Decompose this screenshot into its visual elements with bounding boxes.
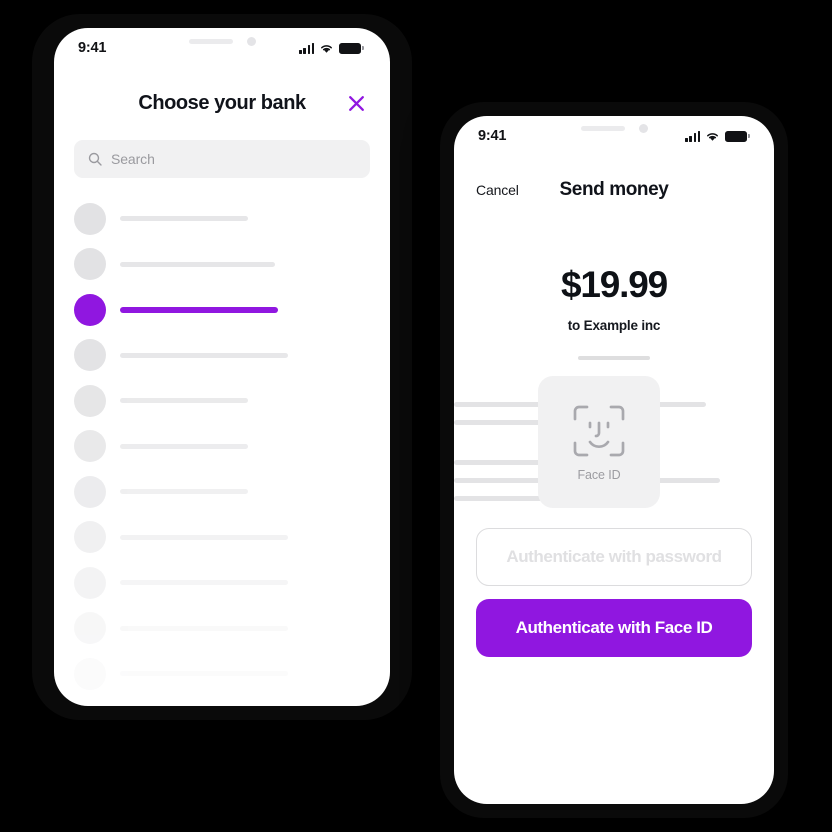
bank-list-item[interactable] xyxy=(74,242,390,288)
decorative-line xyxy=(454,402,542,407)
notch-camera-icon xyxy=(246,36,256,46)
decorative-line xyxy=(454,460,542,465)
page-title: Choose your bank xyxy=(138,91,306,114)
bank-list-item[interactable] xyxy=(74,378,390,424)
authenticate-with-password-button[interactable]: Authenticate with password xyxy=(476,528,752,586)
amount-value: $19.99 xyxy=(561,264,668,305)
phone-screen-choose-bank: 9:41 Choose your bank Search xyxy=(54,28,390,706)
bank-avatar xyxy=(74,612,106,645)
amount-recipient: to Example inc xyxy=(567,318,661,333)
notch-speaker xyxy=(580,126,625,131)
bank-name-placeholder xyxy=(120,443,248,449)
bank-avatar xyxy=(74,430,106,463)
phone-device-right: 9:41 Cancel Send money $19.99 to Example… xyxy=(440,102,788,818)
bank-avatar xyxy=(74,248,106,281)
bank-name-placeholder xyxy=(120,534,288,540)
authenticate-with-faceid-button[interactable]: Authenticate with Face ID xyxy=(476,599,752,657)
page-title: Send money xyxy=(559,179,669,200)
bank-name-placeholder xyxy=(120,625,288,631)
bank-name-placeholder xyxy=(120,352,288,358)
bank-list-item[interactable] xyxy=(74,287,390,333)
bank-avatar xyxy=(74,202,106,235)
bank-avatar xyxy=(74,521,106,554)
divider xyxy=(578,356,650,360)
authenticate-with-faceid-label: Authenticate with Face ID xyxy=(515,618,713,637)
authenticate-with-password-label: Authenticate with password xyxy=(506,547,722,566)
battery-full-icon xyxy=(339,42,364,54)
bank-list-item[interactable] xyxy=(74,469,390,515)
choose-bank-header: Choose your bank xyxy=(54,80,390,126)
bank-name-placeholder xyxy=(120,216,248,222)
close-x-icon[interactable] xyxy=(344,91,368,115)
bank-list-item[interactable] xyxy=(74,651,390,697)
search-placeholder: Search xyxy=(111,151,155,167)
cancel-button[interactable]: Cancel xyxy=(476,182,519,198)
send-money-header: Cancel Send money xyxy=(454,168,774,212)
cellular-signal-icon xyxy=(299,42,315,54)
phone-screen-send-money: 9:41 Cancel Send money $19.99 to Example… xyxy=(454,116,774,804)
bank-avatar xyxy=(74,384,106,417)
wifi-icon xyxy=(707,132,719,141)
phone-notch xyxy=(149,28,295,54)
faceid-region: Face ID xyxy=(454,374,774,510)
bank-list-item[interactable] xyxy=(74,515,390,561)
battery-full-icon xyxy=(725,130,750,142)
screenshot-stage: 9:41 Choose your bank Search 9:41 Cancel… xyxy=(0,0,832,832)
cellular-signal-icon xyxy=(685,130,701,142)
status-time: 9:41 xyxy=(478,128,507,144)
bank-avatar xyxy=(74,566,106,599)
decorative-line xyxy=(454,478,542,483)
search-input[interactable]: Search xyxy=(74,140,370,178)
bank-list-item[interactable] xyxy=(74,560,390,606)
search-icon xyxy=(88,152,102,166)
status-time: 9:41 xyxy=(78,40,107,56)
bank-avatar xyxy=(74,475,106,508)
bank-name-placeholder xyxy=(120,261,275,267)
faceid-card: Face ID xyxy=(538,376,660,508)
phone-notch xyxy=(544,116,684,141)
status-icons xyxy=(299,42,364,54)
bank-name-placeholder xyxy=(120,580,288,586)
face-id-icon xyxy=(573,405,625,456)
bank-avatar xyxy=(74,657,106,690)
bank-avatar xyxy=(74,293,106,326)
notch-camera-icon xyxy=(638,124,648,133)
phone-device-left: 9:41 Choose your bank Search xyxy=(32,14,412,720)
decorative-line xyxy=(454,420,542,425)
notch-speaker xyxy=(188,38,233,44)
decorative-line xyxy=(454,496,542,501)
bank-name-placeholder xyxy=(120,489,248,495)
wifi-icon xyxy=(321,44,333,53)
bank-name-placeholder xyxy=(120,306,278,313)
bank-name-placeholder xyxy=(120,671,288,677)
bank-list-item[interactable] xyxy=(74,424,390,470)
status-icons xyxy=(685,130,750,142)
faceid-label: Face ID xyxy=(577,467,621,482)
bank-list-item[interactable] xyxy=(74,333,390,379)
amount-block: $19.99 to Example inc xyxy=(454,266,774,360)
bank-list-item[interactable] xyxy=(74,196,390,242)
bank-list xyxy=(74,196,390,697)
bank-list-item[interactable] xyxy=(74,606,390,652)
bank-name-placeholder xyxy=(120,398,248,404)
bank-avatar xyxy=(74,339,106,372)
